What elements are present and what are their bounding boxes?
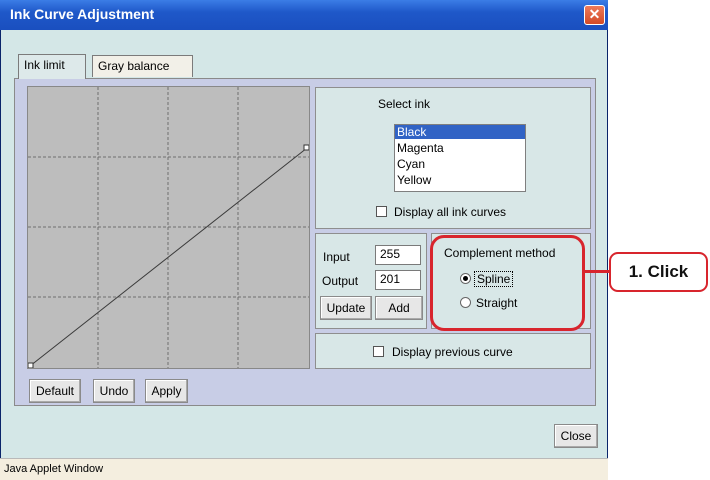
display-previous-curve-label: Display previous curve [392,345,513,359]
display-all-ink-curves-label: Display all ink curves [394,205,507,219]
tab-gray-balance[interactable]: Gray balance [92,55,193,77]
update-button[interactable]: Update [320,296,372,320]
window-close-icon[interactable]: ✕ [584,5,605,25]
display-previous-curve-checkbox[interactable] [373,346,384,357]
curve-end-handle [303,144,309,151]
click-callout: 1. Click [609,252,708,292]
undo-button[interactable]: Undo [93,379,135,403]
ink-option-magenta[interactable]: Magenta [395,141,525,155]
ink-option-black[interactable]: Black [395,125,525,139]
window-title: Ink Curve Adjustment [10,6,155,22]
close-button[interactable]: Close [554,424,598,448]
curve-canvas [28,87,309,368]
ink-option-yellow[interactable]: Yellow [395,173,525,187]
default-button[interactable]: Default [29,379,81,403]
display-all-ink-curves-checkbox[interactable] [376,206,387,217]
add-button[interactable]: Add [375,296,423,320]
input-label: Input [323,250,350,264]
input-field[interactable]: 255 [375,245,421,265]
ink-option-cyan[interactable]: Cyan [395,157,525,171]
status-text: Java Applet Window [4,463,104,475]
apply-button[interactable]: Apply [145,379,188,403]
ink-curve-graph[interactable] [27,86,310,369]
output-label: Output [322,274,359,288]
ink-listbox[interactable]: Black Magenta Cyan Yellow [394,124,526,192]
output-field[interactable]: 201 [375,270,421,290]
tab-ink-limit[interactable]: Ink limit [18,54,86,79]
complement-method-highlight [430,235,585,331]
curve-start-handle [28,362,34,368]
callout-connector [584,270,610,273]
status-bar: Java Applet Window [0,458,608,480]
select-ink-label: Select ink [378,97,431,111]
